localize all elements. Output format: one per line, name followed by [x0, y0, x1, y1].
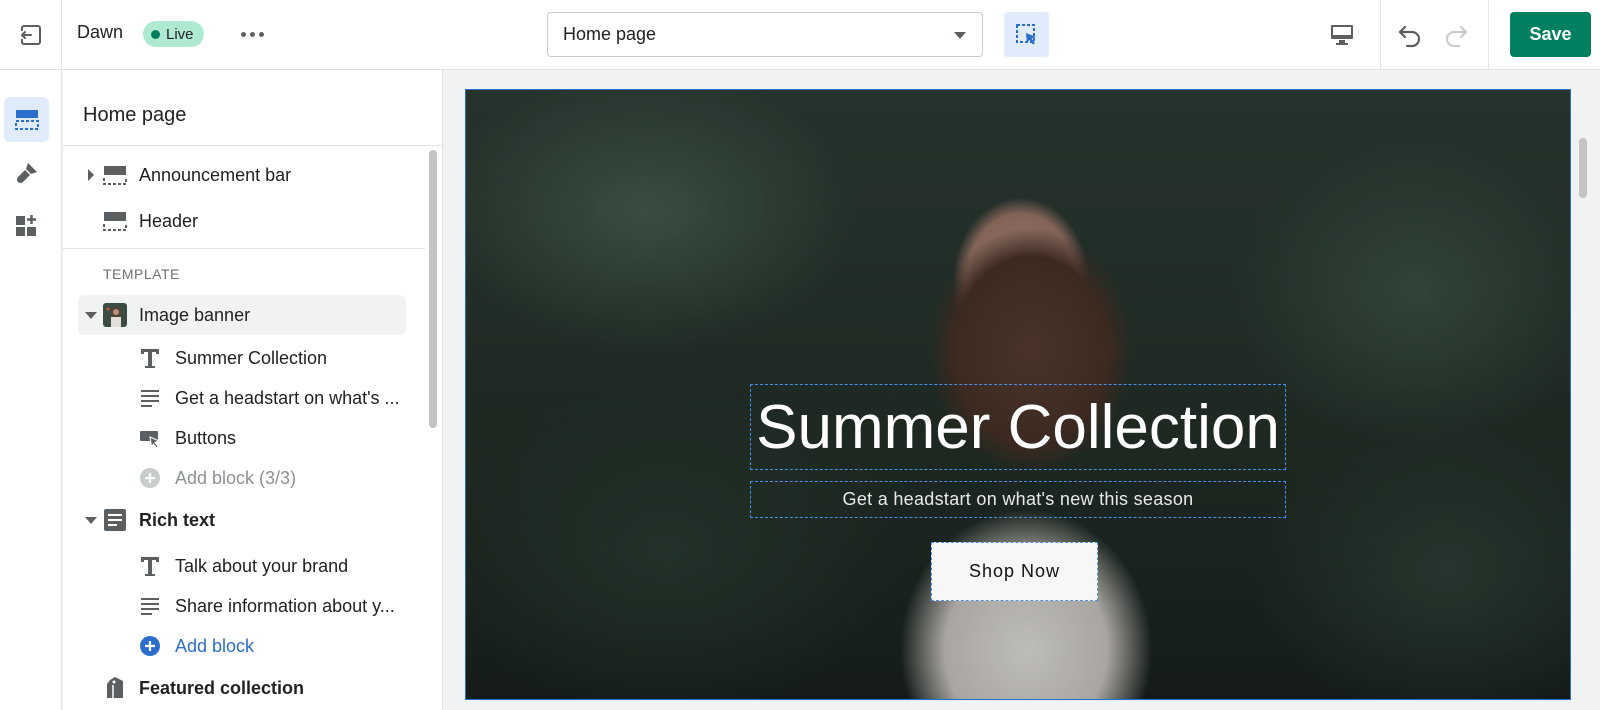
hero-text-block[interactable]: Get a headstart on what's new this seaso…: [750, 481, 1286, 518]
collection-icon: [107, 677, 123, 698]
preview-canvas: Summer Collection Get a headstart on wha…: [444, 70, 1600, 710]
chevron-down-icon[interactable]: [85, 312, 97, 319]
section-rich-text[interactable]: Rich text: [63, 500, 425, 540]
desktop-view-button[interactable]: [1320, 16, 1364, 54]
add-circle-icon: [140, 468, 160, 488]
chevron-down-icon: [954, 32, 966, 39]
sections-icon: [14, 109, 39, 130]
save-button[interactable]: Save: [1510, 12, 1591, 57]
section-label: Header: [139, 210, 199, 231]
shop-now-button[interactable]: Shop Now: [931, 542, 1098, 601]
divider: [1380, 0, 1381, 69]
theme-settings-nav-button[interactable]: [4, 150, 49, 195]
block-label: Share information about y...: [175, 596, 395, 616]
button-icon: [140, 431, 161, 449]
image-banner-preview[interactable]: Summer Collection Get a headstart on wha…: [465, 89, 1571, 700]
live-dot-icon: [151, 29, 160, 39]
exit-icon: [19, 24, 41, 45]
section-label: Image banner: [139, 304, 251, 325]
hero-heading: Summer Collection: [756, 392, 1280, 462]
exit-button[interactable]: [0, 0, 62, 69]
app-embeds-nav-button[interactable]: [4, 203, 49, 248]
add-block-button-disabled: Add block (3/3): [63, 458, 425, 498]
block-text[interactable]: Share information about y...: [63, 586, 425, 626]
add-block-label: Add block: [175, 636, 255, 656]
block-text[interactable]: Get a headstart on what's ...: [63, 378, 425, 418]
block-label: Talk about your brand: [175, 556, 349, 576]
divider: [1488, 0, 1489, 69]
desktop-icon: [1331, 25, 1353, 45]
section-label: Featured collection: [139, 677, 305, 698]
block-label: Summer Collection: [175, 348, 328, 368]
select-cursor-icon: [1015, 23, 1036, 44]
section-label: Rich text: [139, 509, 216, 530]
divider: [63, 145, 442, 146]
section-featured-collection[interactable]: Featured collection: [63, 668, 425, 708]
sections-sidebar: Home page Announcement bar Header TEMPLA…: [63, 70, 443, 710]
preview-scrollbar[interactable]: [1579, 138, 1587, 198]
dot-icon: [258, 31, 264, 37]
chevron-down-icon[interactable]: [85, 517, 97, 524]
dot-icon: [240, 31, 246, 37]
text-icon: [141, 390, 159, 407]
undo-button[interactable]: [1390, 16, 1430, 54]
hero-subtitle: Get a headstart on what's new this seaso…: [842, 489, 1194, 509]
image-thumbnail-icon: [103, 303, 127, 327]
dot-icon: [249, 31, 255, 37]
divider: [63, 248, 425, 249]
add-block-button[interactable]: Add block: [63, 626, 425, 666]
inspector-toggle-button[interactable]: [1004, 12, 1049, 57]
sections-nav-button[interactable]: [4, 97, 49, 142]
page-selector[interactable]: Home page: [547, 12, 983, 57]
section-image-banner[interactable]: Image banner: [78, 295, 406, 335]
section-header-icon: [103, 166, 127, 185]
block-label: Get a headstart on what's ...: [175, 388, 400, 408]
heading-icon: [141, 349, 159, 368]
section-header[interactable]: Header: [63, 201, 425, 241]
left-rail: [0, 70, 62, 710]
sidebar-title: Home page: [83, 104, 187, 126]
page-selector-value: Home page: [563, 24, 657, 44]
add-block-label: Add block (3/3): [175, 468, 297, 488]
add-circle-icon: [140, 636, 160, 656]
more-actions-button[interactable]: [236, 20, 268, 48]
rich-text-icon: [104, 509, 126, 531]
hero-heading-block[interactable]: Summer Collection: [750, 384, 1286, 470]
block-heading[interactable]: Summer Collection: [63, 338, 425, 378]
redo-button[interactable]: [1436, 16, 1476, 54]
status-badge-label: Live: [166, 25, 194, 43]
top-bar: Dawn Live Home page Save: [0, 0, 1600, 70]
paintbrush-icon: [16, 162, 37, 183]
section-label: Announcement bar: [139, 164, 292, 185]
heading-icon: [141, 557, 159, 576]
chevron-right-icon[interactable]: [88, 169, 94, 181]
sidebar-scrollbar[interactable]: [429, 150, 437, 428]
undo-icon: [1398, 25, 1421, 48]
block-label: Buttons: [175, 428, 237, 448]
text-icon: [141, 598, 159, 615]
block-buttons[interactable]: Buttons: [63, 418, 425, 458]
block-heading[interactable]: Talk about your brand: [63, 546, 425, 586]
template-group-label: TEMPLATE: [103, 266, 180, 282]
status-badge: Live: [143, 21, 204, 47]
theme-name: Dawn: [77, 22, 124, 42]
apps-icon: [15, 214, 36, 236]
section-header-icon: [103, 212, 127, 231]
section-announcement-bar[interactable]: Announcement bar: [63, 155, 425, 195]
redo-icon: [1445, 25, 1468, 48]
